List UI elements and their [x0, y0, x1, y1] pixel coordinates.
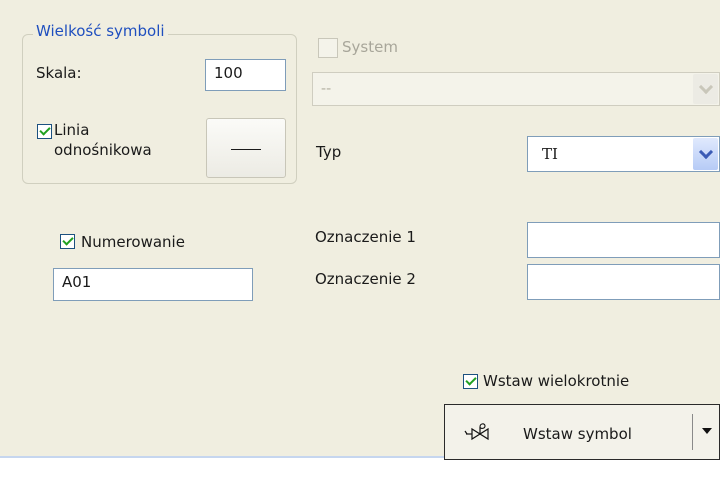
leader-line-label-2: odnośnikowa	[54, 141, 152, 159]
dropdown-arrow-icon[interactable]	[702, 428, 712, 434]
system-checkbox-label: System	[342, 38, 398, 56]
chevron-down-icon	[698, 144, 713, 160]
insert-multiple-checkbox[interactable]	[463, 374, 478, 389]
designation-1-label: Oznaczenie 1	[315, 228, 416, 246]
designation-1-input[interactable]	[527, 222, 720, 258]
type-label: Typ	[316, 143, 342, 161]
designation-2-label: Oznaczenie 2	[315, 270, 416, 288]
system-combo-value: --	[321, 79, 332, 97]
type-combo[interactable]: TI	[527, 136, 720, 172]
insert-multiple-label: Wstaw wielokrotnie	[483, 372, 630, 390]
insert-symbol-label: Wstaw symbol	[523, 425, 632, 443]
symbol-size-group-title: Wielkość symboli	[33, 22, 168, 40]
system-combo-arrow[interactable]	[693, 74, 718, 104]
type-combo-value: TI	[542, 145, 558, 163]
chevron-down-icon	[698, 79, 713, 95]
designation-2-input[interactable]	[527, 264, 720, 300]
insert-symbol-split-button[interactable]: Wstaw symbol	[444, 404, 720, 460]
numbering-checkbox[interactable]	[60, 234, 75, 249]
numbering-checkbox-label: Numerowanie	[81, 233, 185, 251]
leader-line-label-1: Linia	[54, 121, 90, 139]
system-combo[interactable]: --	[312, 72, 720, 106]
valve-symbol-icon	[464, 423, 489, 441]
line-style-preview	[231, 149, 261, 150]
scale-input-value: 100	[214, 64, 243, 82]
system-checkbox[interactable]	[318, 38, 338, 58]
type-combo-arrow[interactable]	[693, 138, 718, 170]
numbering-input[interactable]: A01	[53, 268, 253, 301]
leader-line-checkbox[interactable]	[37, 124, 52, 139]
split-separator	[692, 414, 693, 450]
line-style-button[interactable]	[206, 118, 286, 178]
scale-label: Skala:	[36, 64, 82, 82]
numbering-input-value: A01	[62, 273, 92, 291]
scale-input[interactable]: 100	[205, 59, 286, 91]
